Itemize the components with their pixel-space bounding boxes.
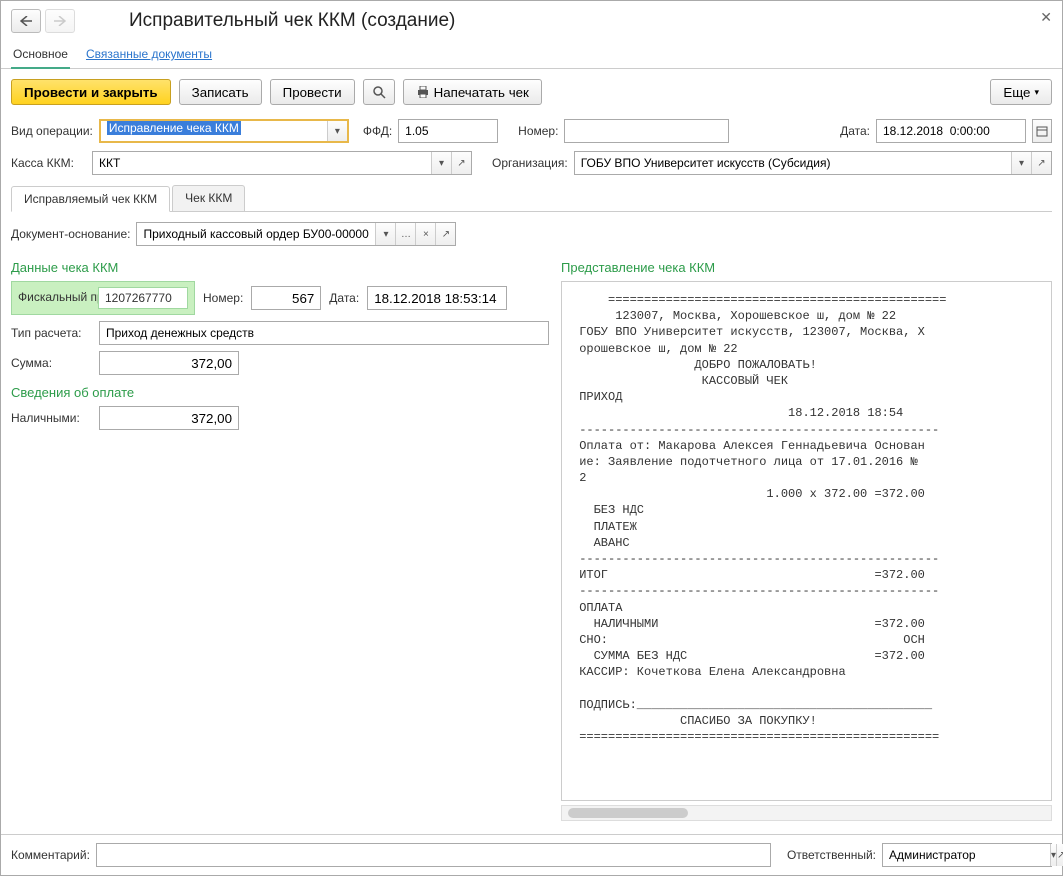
section-data-title: Данные чека ККМ <box>11 260 551 275</box>
row-op-type: Вид операции: Исправление чека ККМ ▾ ФФД… <box>1 115 1062 147</box>
date-field[interactable] <box>876 119 1026 143</box>
ffd-field[interactable]: ▾ <box>398 119 498 143</box>
more-button[interactable]: Еще ▾ <box>990 79 1052 105</box>
comment-field[interactable] <box>96 843 771 867</box>
comment-label: Комментарий: <box>11 848 90 862</box>
doc-basis-field[interactable]: ▾ … × ↗ <box>136 222 456 246</box>
date-value[interactable] <box>877 120 1044 142</box>
top-tabs: Основное Связанные документы <box>1 37 1062 69</box>
org-field[interactable]: ▾ ↗ <box>574 151 1052 175</box>
op-type-value: Исправление чека ККМ <box>107 121 241 135</box>
calendar-button[interactable] <box>1032 119 1052 143</box>
ffd-label: ФФД: <box>363 124 392 138</box>
post-close-button[interactable]: Провести и закрыть <box>11 79 171 105</box>
document-window: ✕ Исправительный чек ККМ (создание) Осно… <box>0 0 1063 876</box>
right-pane: Представление чека ККМ =================… <box>561 250 1052 826</box>
cash-field[interactable] <box>99 406 239 430</box>
clear-icon[interactable]: × <box>415 223 435 245</box>
sum-label: Сумма: <box>11 356 91 370</box>
comment-value[interactable] <box>97 844 770 866</box>
row-kassa-org: Касса ККМ: ▾ ↗ Организация: ▾ ↗ <box>1 147 1062 179</box>
resp-value[interactable] <box>883 844 1050 866</box>
check-number-field[interactable] <box>251 286 321 310</box>
number-label: Номер: <box>518 124 558 138</box>
page-title: Исправительный чек ККМ (создание) <box>129 10 455 32</box>
date-label: Дата: <box>840 124 870 138</box>
arrow-right-icon <box>54 16 66 26</box>
tab-check[interactable]: Чек ККМ <box>172 185 245 211</box>
cash-label: Наличными: <box>11 411 91 425</box>
check-date-field[interactable] <box>367 286 507 310</box>
chevron-down-icon: ▾ <box>1034 87 1039 98</box>
doc-basis-value[interactable] <box>137 223 375 245</box>
open-icon[interactable]: ↗ <box>1056 844 1063 866</box>
tab-corrected-check[interactable]: Исправляемый чек ККМ <box>11 186 170 212</box>
print-check-button[interactable]: Напечатать чек <box>403 79 542 105</box>
tab-linked[interactable]: Связанные документы <box>84 41 214 68</box>
op-type-label: Вид операции: <box>11 124 93 138</box>
calc-type-value[interactable] <box>100 322 548 344</box>
search-doc-icon <box>372 85 386 99</box>
calendar-icon <box>1036 125 1048 137</box>
print-check-label: Напечатать чек <box>434 85 529 100</box>
arrow-left-icon <box>20 16 32 26</box>
dropdown-icon[interactable]: ▾ <box>431 152 451 174</box>
doc-basis-label: Документ-основание: <box>11 227 130 241</box>
close-icon[interactable]: ✕ <box>1040 9 1052 26</box>
printer-icon <box>416 86 430 98</box>
open-icon[interactable]: ↗ <box>435 223 455 245</box>
forward-button[interactable] <box>45 9 75 33</box>
back-button[interactable] <box>11 9 41 33</box>
receipt-preview[interactable]: ========================================… <box>561 281 1052 801</box>
dropdown-icon[interactable]: ▾ <box>327 121 347 141</box>
inner-tabs: Исправляемый чек ККМ Чек ККМ <box>11 185 1052 212</box>
select-icon[interactable]: … <box>395 223 415 245</box>
open-icon[interactable]: ↗ <box>1031 152 1051 174</box>
toolbar: Провести и закрыть Записать Провести Нап… <box>1 69 1062 115</box>
check-date-label: Дата: <box>329 291 359 305</box>
kassa-value[interactable] <box>93 152 431 174</box>
number-field[interactable] <box>564 119 729 143</box>
resp-label: Ответственный: <box>787 848 876 862</box>
kassa-label: Касса ККМ: <box>11 156 86 170</box>
dropdown-icon[interactable]: ▾ <box>1011 152 1031 174</box>
kassa-field[interactable]: ▾ ↗ <box>92 151 472 175</box>
attach-button[interactable] <box>363 79 395 105</box>
header: Исправительный чек ККМ (создание) <box>1 1 1062 37</box>
check-number-label: Номер: <box>203 291 243 305</box>
tab-main[interactable]: Основное <box>11 41 70 69</box>
post-button[interactable]: Провести <box>270 79 355 105</box>
more-label: Еще <box>1003 85 1030 100</box>
fiscal-label: Фискальный признак: <box>18 291 92 304</box>
fiscal-value[interactable]: 1207267770 <box>98 287 188 309</box>
fiscal-box: Фискальный признак: 1207267770 <box>11 281 195 315</box>
resp-field[interactable]: ▾ ↗ <box>882 843 1052 867</box>
left-pane: Данные чека ККМ Фискальный признак: 1207… <box>11 250 561 826</box>
content: Данные чека ККМ Фискальный признак: 1207… <box>1 250 1062 834</box>
row-doc-basis: Документ-основание: ▾ … × ↗ <box>1 218 1062 250</box>
number-value[interactable] <box>565 120 732 142</box>
dropdown-icon[interactable]: ▾ <box>375 223 395 245</box>
section-pay-title: Сведения об оплате <box>11 385 551 400</box>
op-type-field[interactable]: Исправление чека ККМ ▾ <box>99 119 349 143</box>
org-label: Организация: <box>492 156 568 170</box>
preview-hscroll[interactable] <box>561 805 1052 821</box>
preview-title: Представление чека ККМ <box>561 260 1052 275</box>
org-value[interactable] <box>575 152 1011 174</box>
calc-type-field[interactable] <box>99 321 549 345</box>
sum-field[interactable] <box>99 351 239 375</box>
calc-type-label: Тип расчета: <box>11 326 91 340</box>
footer: Комментарий: Ответственный: ▾ ↗ <box>1 834 1062 875</box>
open-icon[interactable]: ↗ <box>451 152 471 174</box>
record-button[interactable]: Записать <box>179 79 262 105</box>
